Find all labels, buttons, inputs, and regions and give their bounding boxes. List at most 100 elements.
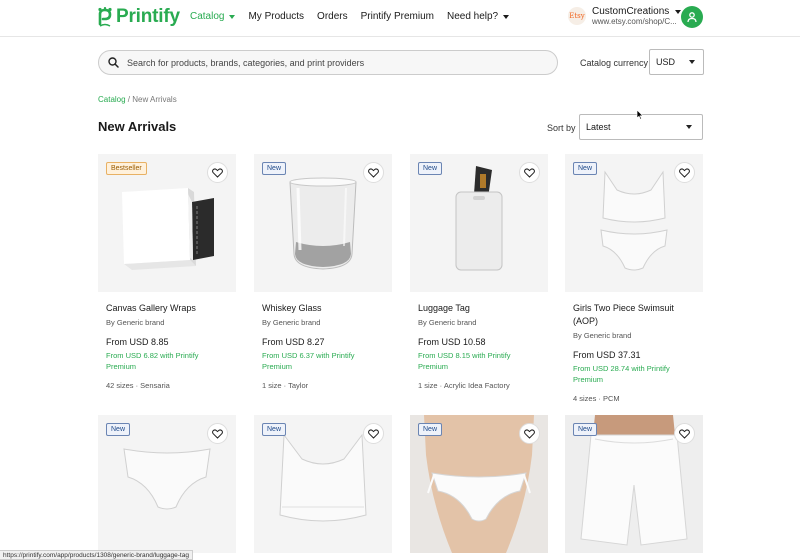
currency-label: Catalog currency bbox=[580, 58, 649, 68]
store-name: CustomCreations bbox=[592, 6, 682, 17]
heart-icon bbox=[368, 167, 379, 178]
favorite-button[interactable] bbox=[207, 162, 228, 183]
product-card[interactable]: New bbox=[410, 415, 548, 553]
product-premium-price: From USD 8.15 with Printify Premium bbox=[418, 351, 511, 371]
product-meta: 4 sizes · PCM bbox=[573, 394, 620, 403]
new-badge: New bbox=[418, 162, 443, 175]
heart-icon bbox=[524, 428, 535, 439]
search-bar[interactable] bbox=[98, 50, 558, 75]
product-image[interactable]: New bbox=[254, 154, 392, 292]
favorite-button[interactable] bbox=[207, 423, 228, 444]
nav-catalog[interactable]: Catalog bbox=[190, 11, 236, 22]
favorite-button[interactable] bbox=[363, 162, 384, 183]
bestseller-badge: Bestseller bbox=[106, 162, 147, 175]
product-brand: By Generic brand bbox=[262, 318, 321, 327]
product-card[interactable]: New Whiskey Glass By Generic brand From … bbox=[254, 154, 392, 390]
product-title[interactable]: Luggage Tag bbox=[418, 302, 540, 315]
product-image[interactable]: New bbox=[565, 154, 703, 292]
user-avatar-button[interactable] bbox=[681, 6, 703, 28]
product-brand: By Generic brand bbox=[418, 318, 477, 327]
nav-printify-premium[interactable]: Printify Premium bbox=[361, 11, 434, 22]
product-meta: 1 size · Acrylic Idea Factory bbox=[418, 381, 510, 390]
product-premium-price: From USD 6.37 with Printify Premium bbox=[262, 351, 355, 371]
browser-status-bar: https://printify.com/app/products/1308/g… bbox=[0, 550, 193, 560]
product-image[interactable]: New bbox=[254, 415, 392, 553]
nav-need-help[interactable]: Need help? bbox=[446, 11, 510, 22]
heart-icon bbox=[212, 167, 223, 178]
favorite-button[interactable] bbox=[519, 162, 540, 183]
favorite-button[interactable] bbox=[674, 423, 695, 444]
nav-premium-label: Printify Premium bbox=[360, 11, 434, 22]
breadcrumb-current: New Arrivals bbox=[132, 95, 177, 104]
heart-icon bbox=[524, 167, 535, 178]
nav-orders[interactable]: Orders bbox=[317, 11, 348, 22]
breadcrumb: Catalog / New Arrivals bbox=[98, 95, 177, 104]
product-title[interactable]: Canvas Gallery Wraps bbox=[106, 302, 228, 315]
search-icon bbox=[108, 57, 119, 68]
heart-icon bbox=[679, 167, 690, 178]
sort-label: Sort by bbox=[547, 123, 576, 133]
product-card[interactable]: New Luggage Tag By Generic brand From US… bbox=[410, 154, 548, 390]
nav-my-products-label: My Products bbox=[248, 11, 305, 22]
chevron-down-icon bbox=[686, 125, 692, 129]
product-meta: 1 size · Taylor bbox=[262, 381, 309, 390]
favorite-button[interactable] bbox=[674, 162, 695, 183]
sort-value: Latest bbox=[586, 122, 611, 132]
product-title[interactable]: Girls Two Piece Swimsuit (AOP) bbox=[573, 302, 695, 328]
product-image[interactable]: Bestseller bbox=[98, 154, 236, 292]
printify-logo-icon bbox=[98, 7, 112, 27]
product-card[interactable]: New bbox=[98, 415, 236, 553]
printify-logo[interactable]: Printify bbox=[97, 6, 180, 28]
product-premium-price: From USD 28.74 with Printify Premium bbox=[573, 364, 670, 384]
product-image[interactable]: New bbox=[98, 415, 236, 553]
chevron-down-icon bbox=[689, 60, 695, 64]
heart-icon bbox=[212, 428, 223, 439]
product-premium-price: From USD 6.82 with Printify Premium bbox=[106, 351, 199, 371]
product-card[interactable]: New bbox=[565, 415, 703, 553]
product-image[interactable]: New bbox=[410, 154, 548, 292]
new-badge: New bbox=[418, 423, 443, 436]
currency-select[interactable]: USD bbox=[649, 49, 704, 75]
heart-icon bbox=[679, 428, 690, 439]
logo-text: Printify bbox=[116, 6, 180, 27]
new-badge: New bbox=[262, 423, 287, 436]
product-image[interactable]: New bbox=[565, 415, 703, 553]
main-nav: Catalog My Products Orders Printify Prem… bbox=[190, 11, 510, 22]
page-title: New Arrivals bbox=[98, 119, 177, 134]
mouse-cursor-icon bbox=[636, 109, 644, 120]
favorite-button[interactable] bbox=[363, 423, 384, 444]
currency-value: USD bbox=[656, 57, 676, 67]
store-name-label: CustomCreations bbox=[592, 6, 670, 17]
store-switcher[interactable]: Etsy CustomCreations www.etsy.com/shop/C… bbox=[568, 6, 682, 26]
new-badge: New bbox=[106, 423, 131, 436]
product-image[interactable]: New bbox=[410, 415, 548, 553]
new-badge: New bbox=[573, 162, 598, 175]
product-price: From USD 10.58 bbox=[418, 337, 486, 347]
product-price: From USD 37.31 bbox=[573, 350, 641, 360]
heart-icon bbox=[368, 428, 379, 439]
product-brand: By Generic brand bbox=[106, 318, 165, 327]
chevron-down-icon bbox=[675, 9, 682, 14]
product-card[interactable]: Bestseller Canvas Gallery Wraps By Gener… bbox=[98, 154, 236, 390]
product-price: From USD 8.27 bbox=[262, 337, 325, 347]
user-icon bbox=[687, 12, 697, 23]
product-price: From USD 8.85 bbox=[106, 337, 169, 347]
product-title[interactable]: Whiskey Glass bbox=[262, 302, 384, 315]
new-badge: New bbox=[573, 423, 598, 436]
nav-catalog-label: Catalog bbox=[190, 11, 225, 22]
search-input[interactable] bbox=[127, 57, 547, 68]
store-url: www.etsy.com/shop/C... bbox=[592, 17, 677, 26]
product-card[interactable]: New Girls Two Piece Swimsuit (AOP) By Ge… bbox=[565, 154, 703, 403]
nav-need-help-label: Need help? bbox=[446, 11, 499, 22]
product-brand: By Generic brand bbox=[573, 331, 632, 340]
nav-my-products[interactable]: My Products bbox=[248, 11, 304, 22]
new-badge: New bbox=[262, 162, 287, 175]
favorite-button[interactable] bbox=[519, 423, 540, 444]
product-meta: 42 sizes · Sensaria bbox=[106, 381, 170, 390]
nav-orders-label: Orders bbox=[317, 11, 348, 22]
chevron-down-icon bbox=[229, 14, 236, 19]
product-card[interactable]: New bbox=[254, 415, 392, 553]
top-header: Printify Catalog My Products Orders Prin… bbox=[0, 0, 800, 37]
chevron-down-icon bbox=[503, 14, 510, 19]
breadcrumb-catalog-link[interactable]: Catalog bbox=[98, 95, 126, 104]
